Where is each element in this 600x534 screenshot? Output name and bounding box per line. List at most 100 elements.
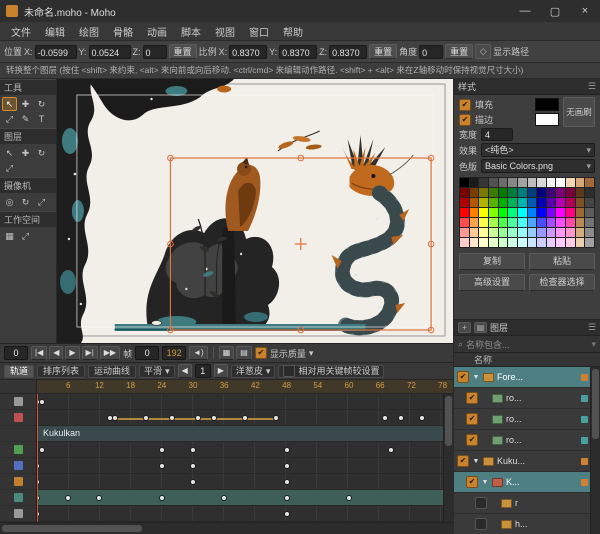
track-area[interactable]: Kukulkan <box>37 394 443 522</box>
swatch-5-2[interactable] <box>479 228 488 237</box>
swatch-6-12[interactable] <box>576 238 585 247</box>
swatch-0-0[interactable] <box>460 178 469 187</box>
interpolation-dropdown[interactable]: 平滑 ▾ <box>139 365 175 378</box>
timeline-rows-toggle[interactable]: ▤ <box>236 346 252 360</box>
keyframe-f48[interactable] <box>284 447 290 453</box>
keyframe-f30[interactable] <box>190 479 196 485</box>
pos-z-input[interactable]: 0 <box>143 45 167 59</box>
swatch-1-7[interactable] <box>528 188 537 197</box>
swatch-0-8[interactable] <box>537 178 546 187</box>
swatch-0-9[interactable] <box>547 178 556 187</box>
layer-visibility-checkbox[interactable]: ✔ <box>466 392 478 404</box>
layer-row-5[interactable]: ✔▼K... <box>454 472 590 493</box>
layer-rotate-tool[interactable]: ↻ <box>34 146 49 160</box>
step-increase-button[interactable]: ▶ <box>214 364 228 378</box>
swatch-3-2[interactable] <box>479 208 488 217</box>
swatch-3-10[interactable] <box>556 208 565 217</box>
swatch-6-9[interactable] <box>547 238 556 247</box>
step-forward-button[interactable]: ▶| <box>82 346 98 360</box>
layer-row-6[interactable]: r <box>454 493 590 514</box>
layer-visibility-checkbox[interactable]: ✔ <box>466 413 478 425</box>
copy-style-button[interactable]: 复制 <box>459 253 525 270</box>
track-label-Kukulkan[interactable]: Kukulkan <box>37 426 443 442</box>
keyframe-f48[interactable] <box>284 495 290 501</box>
swatch-0-6[interactable] <box>518 178 527 187</box>
swatch-3-4[interactable] <box>499 208 508 217</box>
timeline-horizontal-scrollbar[interactable] <box>0 522 453 534</box>
swatch-6-8[interactable] <box>537 238 546 247</box>
menu-item-4[interactable]: 动画 <box>140 24 174 39</box>
swatch-5-13[interactable] <box>585 228 594 237</box>
keyframe-f24[interactable] <box>159 463 165 469</box>
swatch-2-13[interactable] <box>585 198 594 207</box>
keyframe-f12[interactable] <box>96 495 102 501</box>
keyframe-f21[interactable] <box>143 415 149 421</box>
swatch-1-8[interactable] <box>537 188 546 197</box>
swatch-6-4[interactable] <box>499 238 508 247</box>
swatch-5-5[interactable] <box>508 228 517 237</box>
keyframe-f1[interactable] <box>39 447 45 453</box>
translate-points-tool[interactable]: ✚ <box>18 97 33 111</box>
speaker-icon[interactable]: ◄) <box>189 346 208 360</box>
fill-checkbox[interactable]: ✔ <box>459 99 471 111</box>
swatch-4-13[interactable] <box>585 218 594 227</box>
swatch-5-6[interactable] <box>518 228 527 237</box>
swatch-1-12[interactable] <box>576 188 585 197</box>
swatch-5-12[interactable] <box>576 228 585 237</box>
timeline-vertical-scrollbar[interactable] <box>443 394 453 522</box>
swatch-4-0[interactable] <box>460 218 469 227</box>
scrollbar-thumb[interactable] <box>445 396 452 446</box>
swatch-0-12[interactable] <box>576 178 585 187</box>
range-end-input[interactable]: 192 <box>162 346 186 360</box>
keyframe-f1[interactable] <box>39 399 45 405</box>
camera-zoom-tool[interactable]: ⤢ <box>34 195 49 209</box>
swatch-5-8[interactable] <box>537 228 546 237</box>
workspace-pan-tool[interactable]: ▦ <box>2 229 17 243</box>
swatch-5-9[interactable] <box>547 228 556 237</box>
menu-item-6[interactable]: 视图 <box>208 24 242 39</box>
keyframe-f48[interactable] <box>284 479 290 485</box>
swatch-0-2[interactable] <box>479 178 488 187</box>
keyframe-f15[interactable] <box>112 415 118 421</box>
swatch-3-6[interactable] <box>518 208 527 217</box>
expander-icon[interactable]: ▼ <box>472 458 480 465</box>
layers-vertical-scrollbar[interactable] <box>590 367 600 534</box>
keyframe-f30[interactable] <box>190 463 196 469</box>
swatch-5-10[interactable] <box>556 228 565 237</box>
swatch-4-12[interactable] <box>576 218 585 227</box>
keyframe-f48[interactable] <box>284 463 290 469</box>
close-button[interactable]: × <box>570 0 600 22</box>
style-menu-icon[interactable]: ☰ <box>588 81 596 92</box>
swatch-4-8[interactable] <box>537 218 546 227</box>
swatch-0-13[interactable] <box>585 178 594 187</box>
no-brush-button[interactable]: 无画刷 <box>563 97 595 127</box>
stroke-width-input[interactable]: 4 <box>481 128 513 141</box>
keyframe-f70[interactable] <box>398 415 404 421</box>
menu-item-2[interactable]: 绘图 <box>72 24 106 39</box>
swatch-3-1[interactable] <box>470 208 479 217</box>
layer-row-3[interactable]: ✔ro... <box>454 430 590 451</box>
swatch-1-10[interactable] <box>556 188 565 197</box>
keyframe-f34[interactable] <box>211 415 217 421</box>
expander-icon[interactable]: ▼ <box>472 374 480 381</box>
swatch-0-11[interactable] <box>566 178 575 187</box>
swatch-2-11[interactable] <box>566 198 575 207</box>
swatch-1-13[interactable] <box>585 188 594 197</box>
swatch-3-13[interactable] <box>585 208 594 217</box>
layer-row-2[interactable]: ✔ro... <box>454 409 590 430</box>
range-start-input[interactable]: 0 <box>135 346 159 360</box>
scale-z-input[interactable]: 0.8370 <box>329 45 367 59</box>
menu-item-7[interactable]: 窗口 <box>242 24 276 39</box>
play-button[interactable]: ▶ <box>65 346 79 360</box>
layer-visibility-checkbox[interactable] <box>475 497 487 509</box>
keyframe-f48[interactable] <box>284 511 290 517</box>
menu-item-5[interactable]: 脚本 <box>174 24 208 39</box>
swatch-1-11[interactable] <box>566 188 575 197</box>
layers-menu-icon[interactable]: ☰ <box>588 322 596 333</box>
swatch-6-0[interactable] <box>460 238 469 247</box>
keyframe-f6[interactable] <box>65 495 71 501</box>
menu-item-3[interactable]: 骨骼 <box>106 24 140 39</box>
swatch-6-11[interactable] <box>566 238 575 247</box>
tab-sort-list[interactable]: 排序列表 <box>37 365 85 378</box>
swatch-1-9[interactable] <box>547 188 556 197</box>
